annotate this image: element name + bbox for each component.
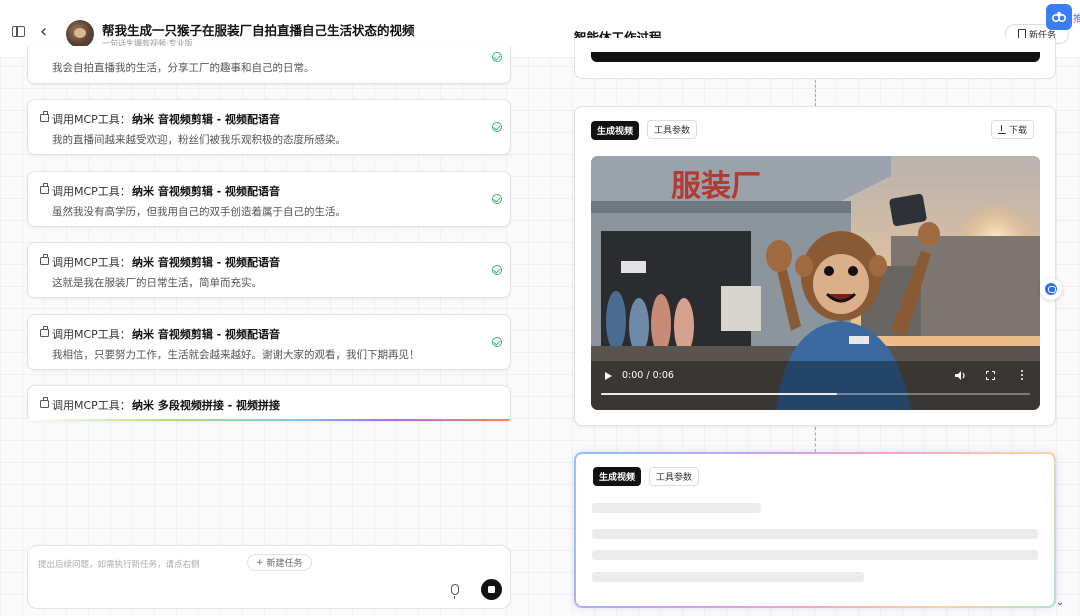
tool-name: 纳米 多段视频拼接 - 视频拼接 [132,399,281,412]
app-corner-button[interactable] [1046,4,1072,30]
step-connector [815,427,816,452]
loading-skeleton [592,550,1038,560]
check-circle-icon [492,122,502,132]
tool-name: 纳米 音视频剪辑 - 视频配语音 [132,328,281,341]
step-card[interactable]: 调用MCP工具： 纳米 音视频剪辑 - 视频配语音 虽然我没有高学历，但我用自己… [27,171,511,227]
more-icon[interactable] [1021,369,1023,380]
progress-glow [28,419,510,421]
briefcase-icon [40,326,49,337]
fullscreen-icon[interactable] [986,371,995,380]
step-text: 这就是我在服装厂的日常生活，简单而充实。 [52,277,262,289]
tab-generated-video[interactable]: 生成视频 [591,121,640,140]
volume-icon[interactable] [955,370,966,381]
download-label: 下载 [1009,126,1028,136]
video-result-card: 生成视频 工具参数 下载 服装厂 0:00 / 0:06 [574,106,1056,426]
mic-icon[interactable] [451,584,459,599]
new-task-chip[interactable]: + 新建任务 [247,554,312,571]
download-button[interactable]: 下载 [991,120,1035,139]
tab-tool-params[interactable]: 工具参数 [647,120,698,139]
check-circle-icon [492,52,502,62]
briefcase-icon [40,397,49,408]
step-text: 我相信，只要努力工作，生活就会越来越好。谢谢大家的观看，我们下期再见！ [52,349,420,361]
tool-prefix: 调用MCP工具： [52,113,131,126]
play-icon[interactable] [605,372,612,380]
sidebar-toggle-icon[interactable] [12,26,25,37]
check-circle-icon [492,337,502,347]
factory-sign: 服装厂 [671,169,761,204]
tool-name: 纳米 音视频剪辑 - 视频配语音 [132,113,281,126]
step-connector [815,80,816,106]
step-text: 虽然我没有高学历，但我用自己的双手创造着属于自己的生活。 [52,206,346,218]
download-icon [998,125,1006,134]
briefcase-icon [40,111,49,122]
loading-skeleton [592,529,1038,539]
briefcase-icon [40,183,49,194]
video-progress-bar[interactable] [601,393,1030,395]
tool-name: 纳米 音视频剪辑 - 视频配语音 [132,185,281,198]
link-icon [1051,11,1067,23]
chevron-down-icon[interactable]: ⌄ [1052,596,1068,612]
tool-prefix: 调用MCP工具： [52,328,131,341]
step-card[interactable]: 我会自拍直播我的生活，分享工厂的趣事和自己的日常。 [27,46,511,84]
step-card-running[interactable]: 调用MCP工具： 纳米 多段视频拼接 - 视频拼接 [27,385,511,421]
tool-prefix: 调用MCP工具： [52,256,131,269]
loading-skeleton [592,503,761,513]
chat-bubble-icon [1045,283,1057,295]
generating-card: 生成视频 工具参数 [574,452,1056,608]
briefcase-icon [40,254,49,265]
tab-generated-video[interactable]: 生成视频 [593,467,642,486]
task-title: 帮我生成一只猴子在服装厂自拍直播自己生活状态的视频 [102,23,415,38]
tool-name: 纳米 音视频剪辑 - 视频配语音 [132,256,281,269]
tool-prefix: 调用MCP工具： [52,399,131,412]
corner-label: 推 [1073,14,1080,25]
check-circle-icon [492,265,502,275]
previous-result-card [574,38,1056,79]
step-text: 我会自拍直播我的生活，分享工厂的趣事和自己的日常。 [52,62,315,74]
new-task-chip-label: 新建任务 [266,559,303,569]
tab-tool-params[interactable]: 工具参数 [649,467,700,486]
step-card[interactable]: 调用MCP工具： 纳米 音视频剪辑 - 视频配语音 我相信，只要努力工作，生活就… [27,314,511,370]
stop-button[interactable] [481,579,502,600]
step-card[interactable]: 调用MCP工具： 纳米 音视频剪辑 - 视频配语音 这就是我在服装厂的日常生活，… [27,242,511,298]
step-text: 我的直播间越来越受欢迎，粉丝们被我乐观积极的态度所感染。 [52,134,346,146]
video-progress-fill [601,393,837,395]
chat-float-button[interactable] [1040,278,1062,300]
plus-icon: + [256,557,264,568]
loading-skeleton [592,572,864,582]
followup-input[interactable]: 提出后续问题，如需执行新任务，请点右侧 + 新建任务 [27,545,511,609]
video-player[interactable]: 服装厂 0:00 / 0:06 [591,156,1040,410]
back-icon[interactable]: ‹ [40,22,47,42]
step-card[interactable]: 调用MCP工具： 纳米 音视频剪辑 - 视频配语音 我的直播间越来越受欢迎，粉丝… [27,99,511,155]
check-circle-icon [492,194,502,204]
input-placeholder: 提出后续问题，如需执行新任务，请点右侧 [38,560,200,570]
avatar [66,20,94,48]
previous-video-bottom [591,52,1040,62]
video-time: 0:00 / 0:06 [622,370,674,381]
tool-prefix: 调用MCP工具： [52,185,131,198]
